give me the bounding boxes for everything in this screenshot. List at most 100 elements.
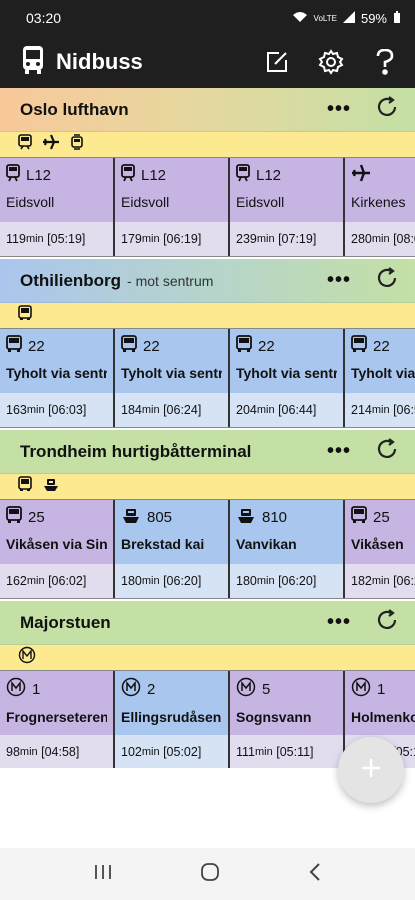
- destination: Eidsvoll: [121, 194, 170, 210]
- mode-strip: [0, 132, 415, 157]
- destination: Ellingsrudåsen: [121, 709, 222, 725]
- bus-icon: [236, 335, 252, 357]
- departure-time: [06:02]: [48, 574, 87, 588]
- boat-icon: [121, 506, 141, 528]
- line-number: L12: [26, 166, 52, 184]
- refresh-icon[interactable]: [375, 266, 399, 295]
- more-options-button[interactable]: •••: [327, 98, 351, 121]
- plane-icon: [351, 164, 371, 186]
- station-card: Othilienborg - mot sentrum ••• 22 Tyholt…: [0, 259, 415, 428]
- departures-row[interactable]: 22 Tyholt via sentrum 163min [06:03] 22 …: [0, 328, 415, 428]
- line-number: 25: [373, 508, 390, 526]
- metro-icon: [18, 646, 36, 669]
- departure-tile[interactable]: Kirkenes 280min [08:00]: [345, 158, 415, 256]
- station-header[interactable]: Othilienborg - mot sentrum •••: [0, 259, 415, 303]
- boat-icon: [236, 506, 256, 528]
- departure-tile[interactable]: 22 Tyholt via sentrum 184min [06:24]: [115, 329, 230, 427]
- departure-time: [06:20]: [163, 574, 202, 588]
- line-number: 22: [28, 337, 45, 355]
- min-unit: min: [141, 233, 160, 245]
- departure-tile[interactable]: L12 Eidsvoll 119 min [05:19]: [0, 158, 115, 256]
- status-time: 03:20: [26, 10, 62, 26]
- departure-tile[interactable]: 22 Tyholt via sentrum 214min [06:54]: [345, 329, 415, 427]
- min-unit: min: [25, 233, 44, 245]
- line-number: 22: [373, 337, 390, 355]
- destination: Frognerseteren: [6, 709, 107, 725]
- departure-tile[interactable]: 25 Vikåsen 182min [06:22]: [345, 500, 415, 598]
- departure-time: [05:02]: [163, 745, 202, 759]
- departure-time: [06:44]: [278, 403, 317, 417]
- plus-icon: [360, 753, 382, 787]
- more-options-button[interactable]: •••: [327, 611, 351, 634]
- help-icon[interactable]: [371, 48, 399, 76]
- refresh-icon[interactable]: [375, 95, 399, 124]
- bus-icon: [18, 305, 32, 326]
- more-options-button[interactable]: •••: [327, 440, 351, 463]
- minutes-left: 239: [236, 232, 257, 246]
- departure-time: [07:19]: [278, 232, 317, 246]
- recent-apps-icon[interactable]: [93, 863, 113, 886]
- departures-row[interactable]: 25 Vikåsen via Sin 162 min [06:02] 805 Br…: [0, 499, 415, 599]
- signal-icon: [342, 10, 355, 26]
- station-name: Trondheim hurtigbåtterminal: [20, 441, 252, 461]
- gear-icon[interactable]: [317, 48, 345, 76]
- edit-icon[interactable]: [263, 48, 291, 76]
- min-unit: min: [141, 575, 160, 587]
- departure-tile[interactable]: 25 Vikåsen via Sin 162 min [06:02]: [0, 500, 115, 598]
- min-unit: min: [256, 233, 275, 245]
- minutes-left: 102: [121, 745, 142, 759]
- app-bar: Nidbuss: [0, 36, 415, 88]
- station-header[interactable]: Majorstuen •••: [0, 601, 415, 645]
- line-number: L12: [141, 166, 167, 184]
- back-icon[interactable]: [308, 862, 322, 887]
- station-header[interactable]: Oslo lufthavn •••: [0, 88, 415, 132]
- home-icon[interactable]: [199, 861, 221, 888]
- minutes-left: 162: [6, 574, 27, 588]
- departure-tile[interactable]: L12 Eidsvoll 179 min [06:19]: [115, 158, 230, 256]
- status-icons: VoLTE 59%: [292, 10, 401, 26]
- bus-icon: [121, 335, 137, 357]
- departure-time: [08:00]: [393, 232, 415, 246]
- station-name: Oslo lufthavn: [20, 99, 129, 119]
- minutes-left: 180: [236, 574, 257, 588]
- bus-logo-icon: [22, 45, 44, 80]
- destination: Kirkenes: [351, 194, 406, 210]
- station-list[interactable]: Oslo lufthavn ••• L12 Eidsvoll 119 min [0…: [0, 88, 415, 768]
- network-label: VoLTE: [313, 13, 337, 23]
- minutes-left: 182: [351, 574, 372, 588]
- mode-strip: [0, 645, 415, 670]
- bus-icon: [351, 506, 367, 528]
- line-number: 1: [377, 680, 386, 698]
- departures-row[interactable]: L12 Eidsvoll 119 min [05:19] L12 Eidsvoll…: [0, 157, 415, 257]
- train-icon: [6, 164, 20, 186]
- departure-tile[interactable]: 5 Sognsvann 111 min [05:11]: [230, 671, 345, 768]
- metro-icon: [351, 677, 371, 701]
- refresh-icon[interactable]: [375, 608, 399, 637]
- departure-tile[interactable]: 2 Ellingsrudåsen 102 min [05:02]: [115, 671, 230, 768]
- departure-time: [06:24]: [163, 403, 202, 417]
- station-header[interactable]: Trondheim hurtigbåtterminal •••: [0, 430, 415, 474]
- metro-icon: [236, 677, 256, 701]
- station-name: Majorstuen: [20, 612, 111, 632]
- more-options-button[interactable]: •••: [327, 269, 351, 292]
- train-icon: [121, 164, 135, 186]
- min-unit: min: [255, 746, 273, 758]
- departure-tile[interactable]: 810 Vanvikan 180 min [06:20]: [230, 500, 345, 598]
- minutes-left: 214: [351, 403, 372, 417]
- destination: Tyholt via sentrum: [351, 365, 415, 381]
- train-icon: [18, 134, 32, 155]
- add-station-button[interactable]: [338, 737, 404, 803]
- refresh-icon[interactable]: [375, 437, 399, 466]
- departure-time: [06:22]: [393, 574, 415, 588]
- departure-tile[interactable]: L12 Eidsvoll 239 min [07:19]: [230, 158, 345, 256]
- departure-time: [04:58]: [41, 745, 80, 759]
- line-number: 5: [262, 680, 271, 698]
- departure-tile[interactable]: 1 Frognerseteren 98 min [04:58]: [0, 671, 115, 768]
- departure-tile[interactable]: 22 Tyholt via sentrum 163min [06:03]: [0, 329, 115, 427]
- departure-tile[interactable]: 805 Brekstad kai 180 min [06:20]: [115, 500, 230, 598]
- min-unit: min: [19, 746, 38, 758]
- departure-tile[interactable]: 22 Tyholt via sentrum 204min [06:44]: [230, 329, 345, 427]
- metro-icon: [6, 677, 26, 701]
- mode-strip: [0, 474, 415, 499]
- battery-icon: [393, 10, 401, 26]
